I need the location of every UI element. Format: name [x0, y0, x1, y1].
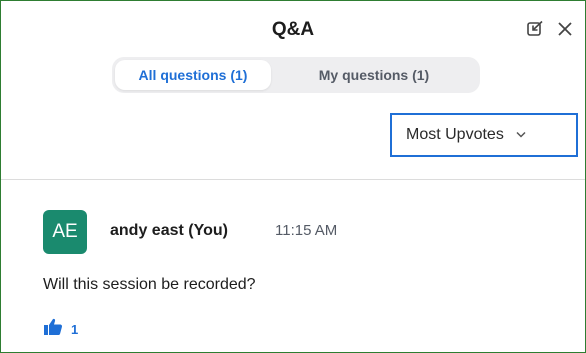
- sort-dropdown[interactable]: Most Upvotes: [390, 113, 578, 157]
- question-text: Will this session be recorded?: [43, 276, 256, 293]
- tab-my-questions[interactable]: My questions (1): [271, 60, 477, 90]
- question-tabs: All questions (1) My questions (1): [112, 57, 480, 93]
- thumbs-up-icon: [43, 318, 63, 341]
- close-icon[interactable]: [555, 19, 575, 39]
- question-time: 11:15 AM: [275, 222, 338, 239]
- popout-icon[interactable]: [525, 19, 545, 39]
- panel-title: Q&A: [271, 19, 315, 40]
- sort-selected-label: Most Upvotes: [406, 126, 504, 143]
- question-author: andy east (You): [110, 222, 228, 239]
- header-actions: [525, 19, 575, 39]
- upvote-button[interactable]: 1: [43, 318, 78, 341]
- tab-all-questions[interactable]: All questions (1): [115, 60, 271, 90]
- qa-panel: Q&A All questions (1) My questions (1) M…: [0, 0, 586, 353]
- upvote-count: 1: [71, 322, 79, 337]
- chevron-down-icon: [516, 129, 526, 141]
- qa-header: Q&A All questions (1) My questions (1) M…: [1, 1, 585, 181]
- question-item: AE andy east (You) 11:15 AM Will this se…: [1, 180, 585, 352]
- avatar: AE: [43, 210, 87, 254]
